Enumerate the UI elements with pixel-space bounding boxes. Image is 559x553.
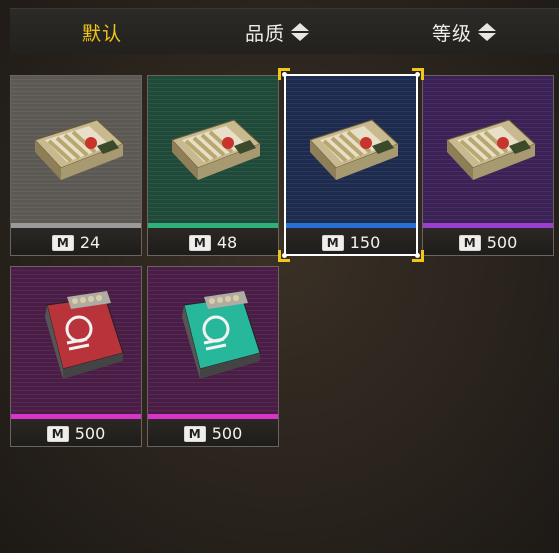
sort-arrows-icon	[291, 23, 310, 41]
price-footer: M 500	[11, 419, 141, 446]
item-price: 500	[74, 424, 106, 443]
ammo-box-icon	[302, 110, 402, 194]
tab-quality[interactable]: 品质	[245, 9, 310, 55]
m-coin-icon: M	[458, 234, 481, 251]
price-footer: M 500	[423, 228, 553, 255]
price-footer: M 48	[148, 228, 278, 255]
item-card[interactable]: M 500	[147, 266, 279, 447]
tab-default-label: 默认	[82, 22, 123, 45]
biohazard-case-icon	[164, 291, 264, 395]
item-card[interactable]: M 500	[10, 266, 142, 447]
item-card[interactable]: M 24	[10, 75, 142, 256]
price-footer: M 24	[11, 228, 141, 255]
ammo-box-icon	[164, 110, 264, 194]
item-card[interactable]: M 48	[147, 75, 279, 256]
m-coin-icon: M	[183, 425, 206, 442]
tab-level[interactable]: 等级	[432, 9, 497, 55]
biohazard-case-icon	[27, 291, 127, 395]
m-coin-icon: M	[51, 234, 74, 251]
sort-arrows-icon	[478, 23, 497, 41]
price-footer: M 150	[286, 228, 416, 255]
tab-default[interactable]: 默认	[82, 9, 122, 55]
ammo-box-icon	[439, 110, 539, 194]
tab-quality-label: 品质	[245, 22, 286, 45]
tab-level-label: 等级	[432, 22, 473, 45]
item-price: 24	[79, 233, 101, 252]
item-price: 500	[211, 424, 243, 443]
ammo-box-icon	[27, 110, 127, 194]
sort-bar: 默认 品质 等级	[10, 8, 559, 54]
m-coin-icon: M	[46, 425, 69, 442]
m-coin-icon: M	[321, 234, 344, 251]
m-coin-icon: M	[188, 234, 211, 251]
price-footer: M 500	[148, 419, 278, 446]
item-price: 48	[216, 233, 238, 252]
item-card[interactable]: M 500	[422, 75, 554, 256]
item-price: 500	[486, 233, 518, 252]
item-card[interactable]: M 150	[285, 75, 417, 256]
item-price: 150	[349, 233, 381, 252]
